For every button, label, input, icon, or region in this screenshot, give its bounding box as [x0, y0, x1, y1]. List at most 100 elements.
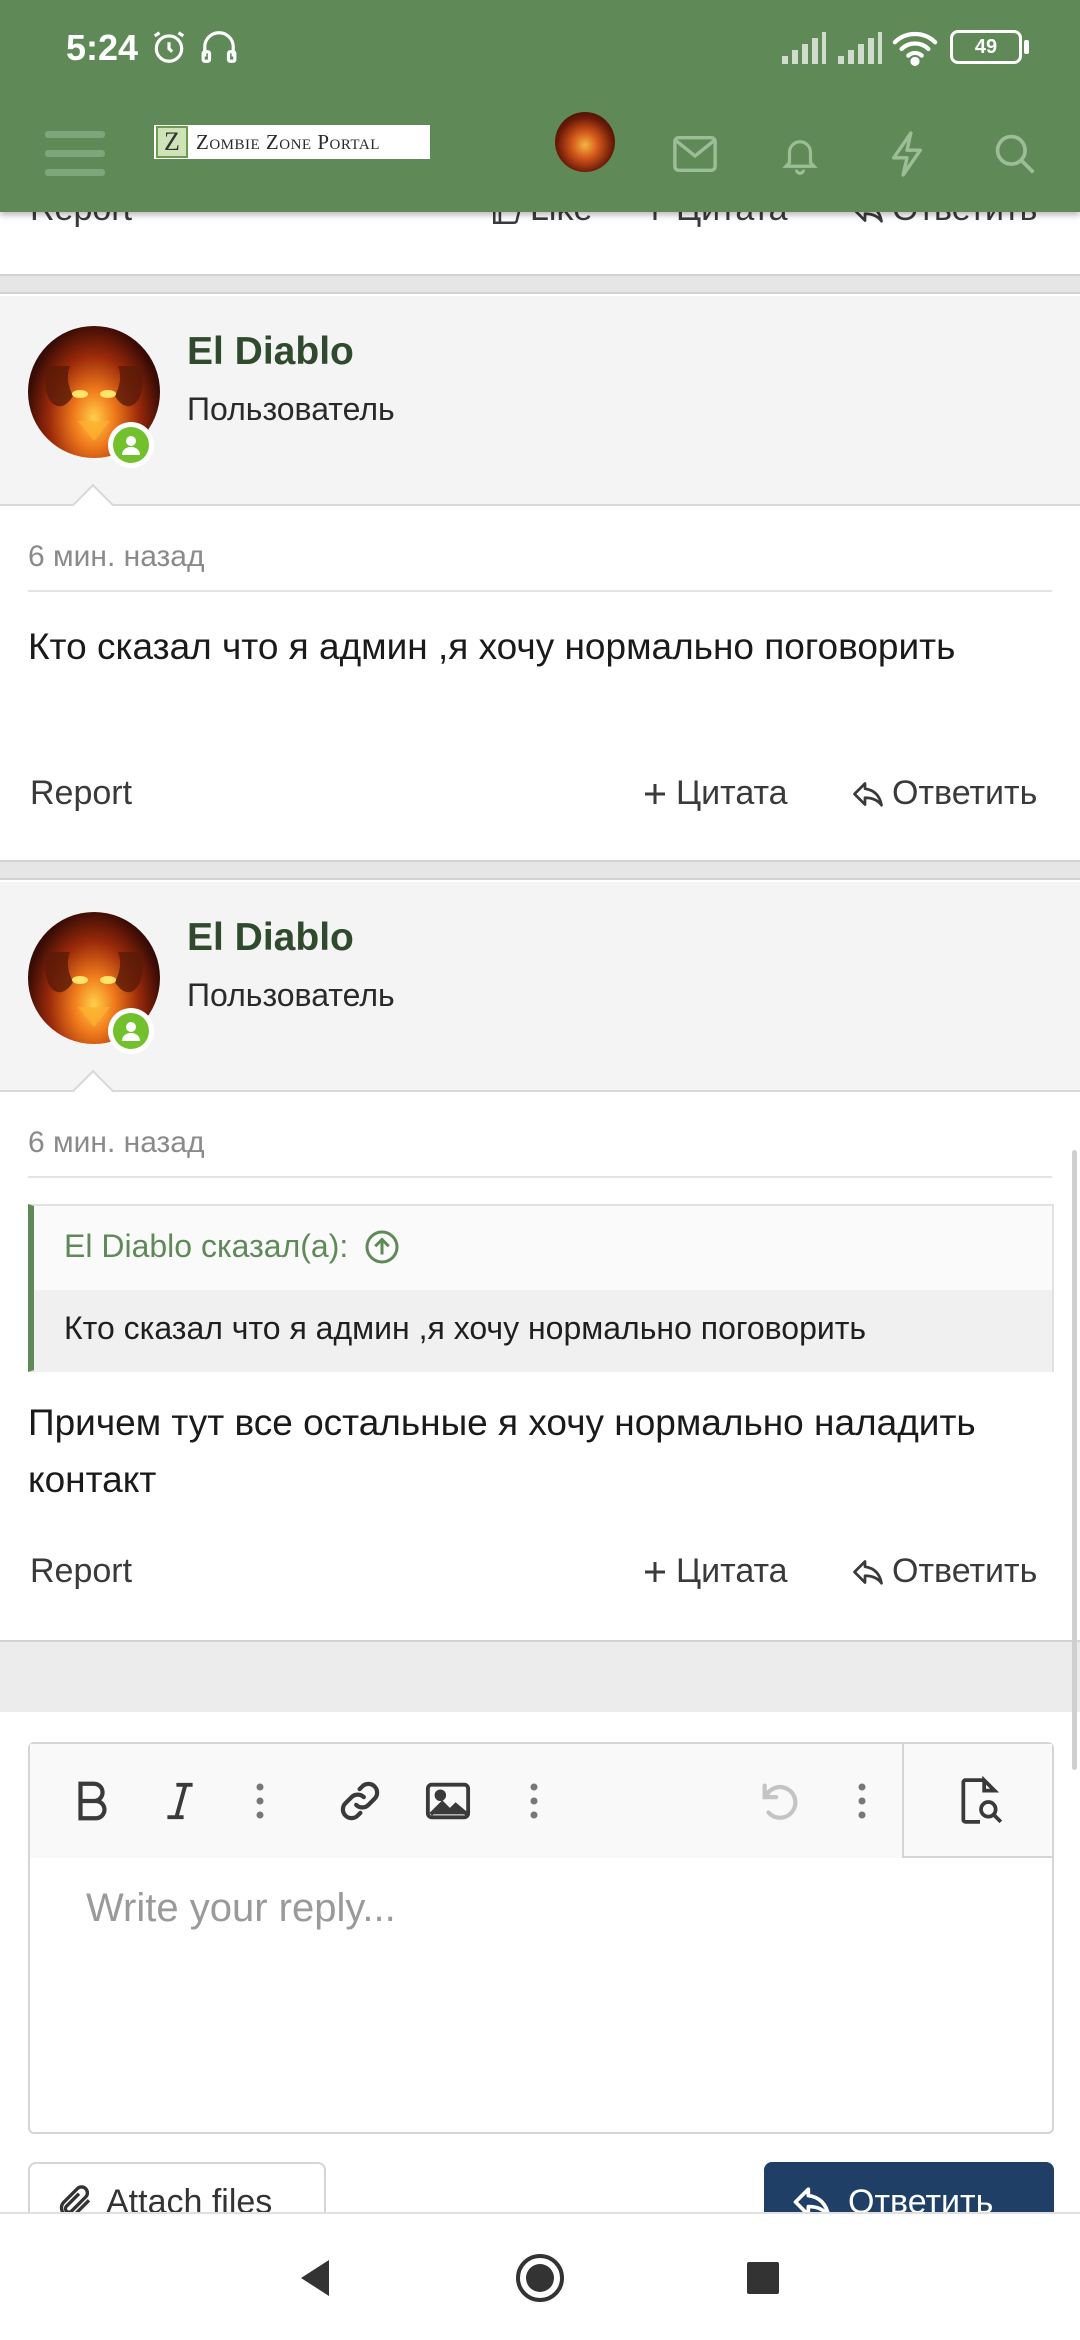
recents-icon [747, 2262, 779, 2294]
editor-toolbar [30, 1744, 1052, 1858]
headphones-icon [201, 31, 237, 63]
back-button[interactable] [280, 2214, 350, 2340]
more-icon [858, 1783, 866, 1819]
post-user-header: El Diablo Пользователь [0, 296, 1080, 527]
scrollbar[interactable] [1072, 1150, 1077, 1770]
alarm-icon [153, 31, 185, 63]
user-icon [122, 436, 140, 455]
bubble-arrow [71, 1069, 115, 1113]
quote-header[interactable]: El Diablo сказал(а): [64, 1228, 400, 1265]
report-label: Report [30, 774, 133, 812]
quote-label: Цитата [676, 774, 788, 812]
quote-block: El Diablo сказал(а): Кто сказал что я ад… [28, 1204, 1054, 1372]
bell-icon [782, 140, 818, 175]
more-button[interactable] [240, 1744, 280, 1858]
post: El Diablo Пользователь 6 мин. назад Кто … [0, 296, 1080, 860]
search-button[interactable] [980, 96, 1050, 212]
reply-label: Ответить [892, 1552, 1038, 1590]
undo-button[interactable] [752, 1744, 808, 1858]
bubble-arrow [71, 483, 115, 527]
app-header: 5:24 49 Z Zombie Zone Portal [0, 0, 1080, 212]
home-button[interactable] [505, 2214, 575, 2340]
reply-label: Ответить [892, 774, 1038, 812]
recents-button[interactable] [728, 2214, 798, 2340]
online-badge [108, 1008, 154, 1054]
battery-level: 49 [974, 35, 998, 58]
report-link[interactable]: Report [30, 774, 132, 813]
preview-button[interactable] [930, 1744, 1030, 1858]
avatar[interactable] [555, 112, 615, 172]
quote-body: Кто сказал что я админ ,я хочу нормально… [34, 1290, 1052, 1372]
reply-input[interactable]: Write your reply... [86, 1886, 396, 1931]
image-icon [425, 1782, 471, 1820]
bolt-icon [891, 131, 923, 177]
more-button[interactable] [842, 1744, 882, 1858]
bold-icon [78, 1781, 107, 1821]
whats-new-button[interactable] [872, 96, 942, 212]
user-icon [122, 1022, 140, 1041]
signal-icon [782, 32, 826, 64]
menu-button[interactable] [30, 96, 120, 212]
alerts-button[interactable] [765, 96, 835, 212]
post-body: Причем тут все остальные я хочу нормальн… [28, 1402, 976, 1500]
home-icon [516, 2254, 564, 2302]
battery-icon: 49 [950, 30, 1022, 64]
post-separator [0, 274, 1080, 294]
inbox-button[interactable] [660, 96, 730, 212]
bold-button[interactable] [52, 1744, 132, 1858]
reply-editor: Write your reply... [28, 1742, 1054, 2134]
more-icon [530, 1783, 538, 1819]
post-separator [0, 860, 1080, 880]
more-button[interactable] [514, 1744, 554, 1858]
more-icon [256, 1783, 264, 1819]
report-link[interactable]: Report [30, 1552, 132, 1591]
divider [28, 590, 1052, 592]
mail-icon [673, 135, 717, 173]
quote-text: Кто сказал что я админ ,я хочу нормально… [64, 1310, 867, 1346]
reply-arrow-icon [853, 1559, 883, 1585]
italic-button[interactable] [140, 1744, 220, 1858]
link-icon [340, 1781, 380, 1821]
avatar[interactable] [28, 326, 160, 468]
back-icon [301, 2260, 329, 2296]
toolbar-divider [902, 1744, 904, 1858]
user-title: Пользователь [187, 391, 395, 427]
post-user-header: El Diablo Пользователь [0, 882, 1080, 1113]
clock: 5:24 [66, 27, 139, 68]
toolbar-border [904, 1856, 1054, 1858]
reply-button[interactable]: Ответить [850, 1552, 1037, 1591]
quote-button[interactable]: Цитата [640, 774, 788, 813]
menu-icon [45, 131, 105, 176]
logo-text: Zombie Zone Portal [196, 129, 380, 154]
plus-icon [645, 1561, 665, 1582]
italic-icon [167, 1782, 193, 1820]
reply-arrow-icon [853, 781, 883, 807]
editor-band [0, 1640, 1080, 1712]
online-badge [108, 422, 154, 468]
arrow-up-circle-icon[interactable] [364, 1229, 400, 1265]
divider [28, 1176, 1052, 1178]
undo-icon [762, 1783, 798, 1820]
site-logo[interactable]: Z Zombie Zone Portal [154, 125, 430, 159]
report-label: Report [30, 1552, 133, 1590]
quote-button[interactable]: Цитата [640, 1552, 788, 1591]
post-timestamp[interactable]: 6 мин. назад [28, 540, 205, 574]
signal-icon [838, 32, 882, 64]
forum-thread-page: Report Like Цитата Ответить [0, 0, 1080, 2340]
battery-tip [1024, 40, 1029, 54]
preview-icon [961, 1776, 1003, 1824]
system-navigation-bar [0, 2212, 1080, 2340]
quote-author: El Diablo сказал(а): [64, 1228, 349, 1264]
username[interactable]: El Diablo [187, 916, 354, 960]
avatar[interactable] [28, 912, 160, 1054]
post-timestamp[interactable]: 6 мин. назад [28, 1126, 205, 1160]
logo-mark: Z [156, 126, 188, 158]
link-button[interactable] [320, 1744, 400, 1858]
wifi-icon [892, 31, 938, 66]
reply-button[interactable]: Ответить [850, 774, 1037, 813]
post-body: Кто сказал что я админ ,я хочу нормально… [28, 626, 956, 667]
quote-label: Цитата [676, 1552, 788, 1590]
username[interactable]: El Diablo [187, 330, 354, 374]
image-button[interactable] [408, 1744, 488, 1858]
status-bar: 5:24 49 [0, 0, 1080, 96]
